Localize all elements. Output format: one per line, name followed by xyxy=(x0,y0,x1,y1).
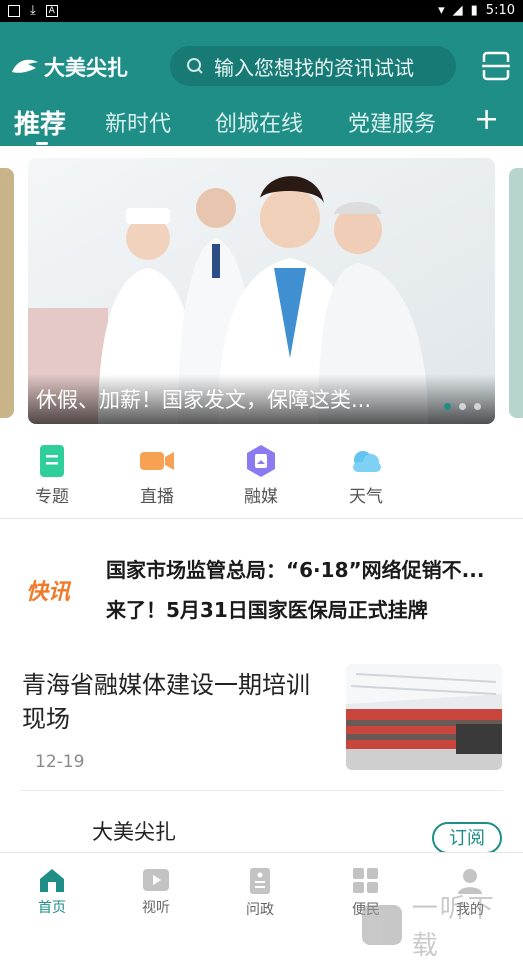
nav-audio-video[interactable]: 视听 xyxy=(116,867,196,917)
divider xyxy=(20,790,503,791)
banner-caption: 休假、加薪！国家发文，保障这类... xyxy=(36,388,372,412)
scan-icon[interactable] xyxy=(480,50,512,82)
download-icon: ⤓ xyxy=(30,3,36,18)
nav-home[interactable]: 首页 xyxy=(12,867,92,917)
watermark: 一听下载 xyxy=(362,888,523,962)
active-tab-indicator xyxy=(36,142,48,145)
battery-icon: ▮ xyxy=(470,3,478,18)
divider xyxy=(0,518,523,519)
carousel-dots xyxy=(444,403,481,410)
quick-link-label: 直播 xyxy=(140,487,174,507)
logo-mark-icon xyxy=(12,59,38,73)
banner-slide[interactable]: 休假、加薪！国家发文，保障这类... xyxy=(28,158,495,424)
quick-link-topic[interactable]: 专题 xyxy=(17,444,87,507)
search-bar[interactable]: 输入您想找的资讯试试 xyxy=(170,46,456,86)
prev-slide-peek[interactable] xyxy=(0,168,14,418)
nav-label: 首页 xyxy=(38,900,66,916)
carousel-dot[interactable] xyxy=(474,403,481,410)
news-title: 青海省融媒体建设一期培训现场 xyxy=(22,671,310,733)
search-placeholder: 输入您想找的资讯试试 xyxy=(214,55,414,80)
subscription-name[interactable]: 大美尖扎 xyxy=(92,816,176,846)
quick-link-label: 专题 xyxy=(35,487,69,507)
notification-square-icon xyxy=(8,4,20,17)
flash-news: 快讯 国家市场监管总局：“6·18”网络促销不... 来了！5月31日国家医保局… xyxy=(0,540,523,630)
quick-link-media[interactable]: 融媒 xyxy=(226,444,296,507)
quick-links: 专题 直播 融媒 天气 xyxy=(0,436,523,518)
top-header: 大美尖扎 输入您想找的资讯试试 推荐 新时代 创城在线 党建服务 + xyxy=(0,22,523,146)
quick-link-label: 天气 xyxy=(349,487,383,507)
channel-tabs: 推荐 新时代 创城在线 党建服务 + xyxy=(0,102,523,146)
banner-carousel: 休假、加薪！国家发文，保障这类... xyxy=(0,146,523,436)
tab-new-era[interactable]: 新时代 xyxy=(105,106,171,138)
topic-icon xyxy=(40,445,64,477)
signal-icon: ◢ xyxy=(452,3,463,18)
quick-link-label: 融媒 xyxy=(244,487,278,507)
weather-cloud-icon xyxy=(353,451,381,472)
news-thumbnail xyxy=(346,664,502,770)
tab-party-service[interactable]: 党建服务 xyxy=(348,106,436,138)
media-badge-icon xyxy=(247,445,275,477)
flash-news-logo: 快讯 xyxy=(26,580,71,605)
status-time: 5:10 xyxy=(485,3,515,18)
conference-photo xyxy=(346,664,502,770)
nav-label: 问政 xyxy=(246,902,274,918)
banner-caption-overlay: 休假、加薪！国家发文，保障这类... xyxy=(28,374,495,424)
app-a-icon: A xyxy=(45,4,58,17)
tab-city-online[interactable]: 创城在线 xyxy=(215,106,303,138)
tab-recommend[interactable]: 推荐 xyxy=(14,104,66,141)
flash-news-item[interactable]: 国家市场监管总局：“6·18”网络促销不... xyxy=(106,554,484,583)
quick-link-weather[interactable]: 天气 xyxy=(331,444,401,507)
subscribe-button[interactable]: 订阅 xyxy=(432,822,502,854)
live-video-icon xyxy=(140,452,174,470)
nav-inquiry[interactable]: 问政 xyxy=(220,867,300,919)
carousel-dot[interactable] xyxy=(444,403,451,410)
wifi-icon: ▾ xyxy=(438,3,445,18)
home-icon xyxy=(40,869,64,892)
status-bar: ⤓ A ▾ ◢ ▮ 5:10 xyxy=(0,0,523,22)
quick-link-live[interactable]: 直播 xyxy=(122,444,192,507)
next-slide-peek[interactable] xyxy=(509,168,523,418)
news-date: 12-19 xyxy=(35,752,85,772)
add-tab-button[interactable]: + xyxy=(474,102,499,137)
search-icon xyxy=(187,58,203,74)
document-icon xyxy=(250,868,270,894)
nav-label: 视听 xyxy=(142,900,170,916)
video-play-icon xyxy=(143,869,169,891)
subscription-row: 大美尖扎 订阅 xyxy=(0,810,523,854)
app-logo[interactable]: 大美尖扎 xyxy=(10,52,128,82)
flash-news-item[interactable]: 来了！5月31日国家医保局正式挂牌 xyxy=(106,594,428,623)
app-name: 大美尖扎 xyxy=(44,56,128,80)
carousel-dot[interactable] xyxy=(459,403,466,410)
news-card[interactable]: 青海省融媒体建设一期培训现场 12-19 xyxy=(0,660,523,780)
watermark-logo-icon xyxy=(362,905,402,945)
watermark-text: 一听下载 xyxy=(411,894,496,961)
